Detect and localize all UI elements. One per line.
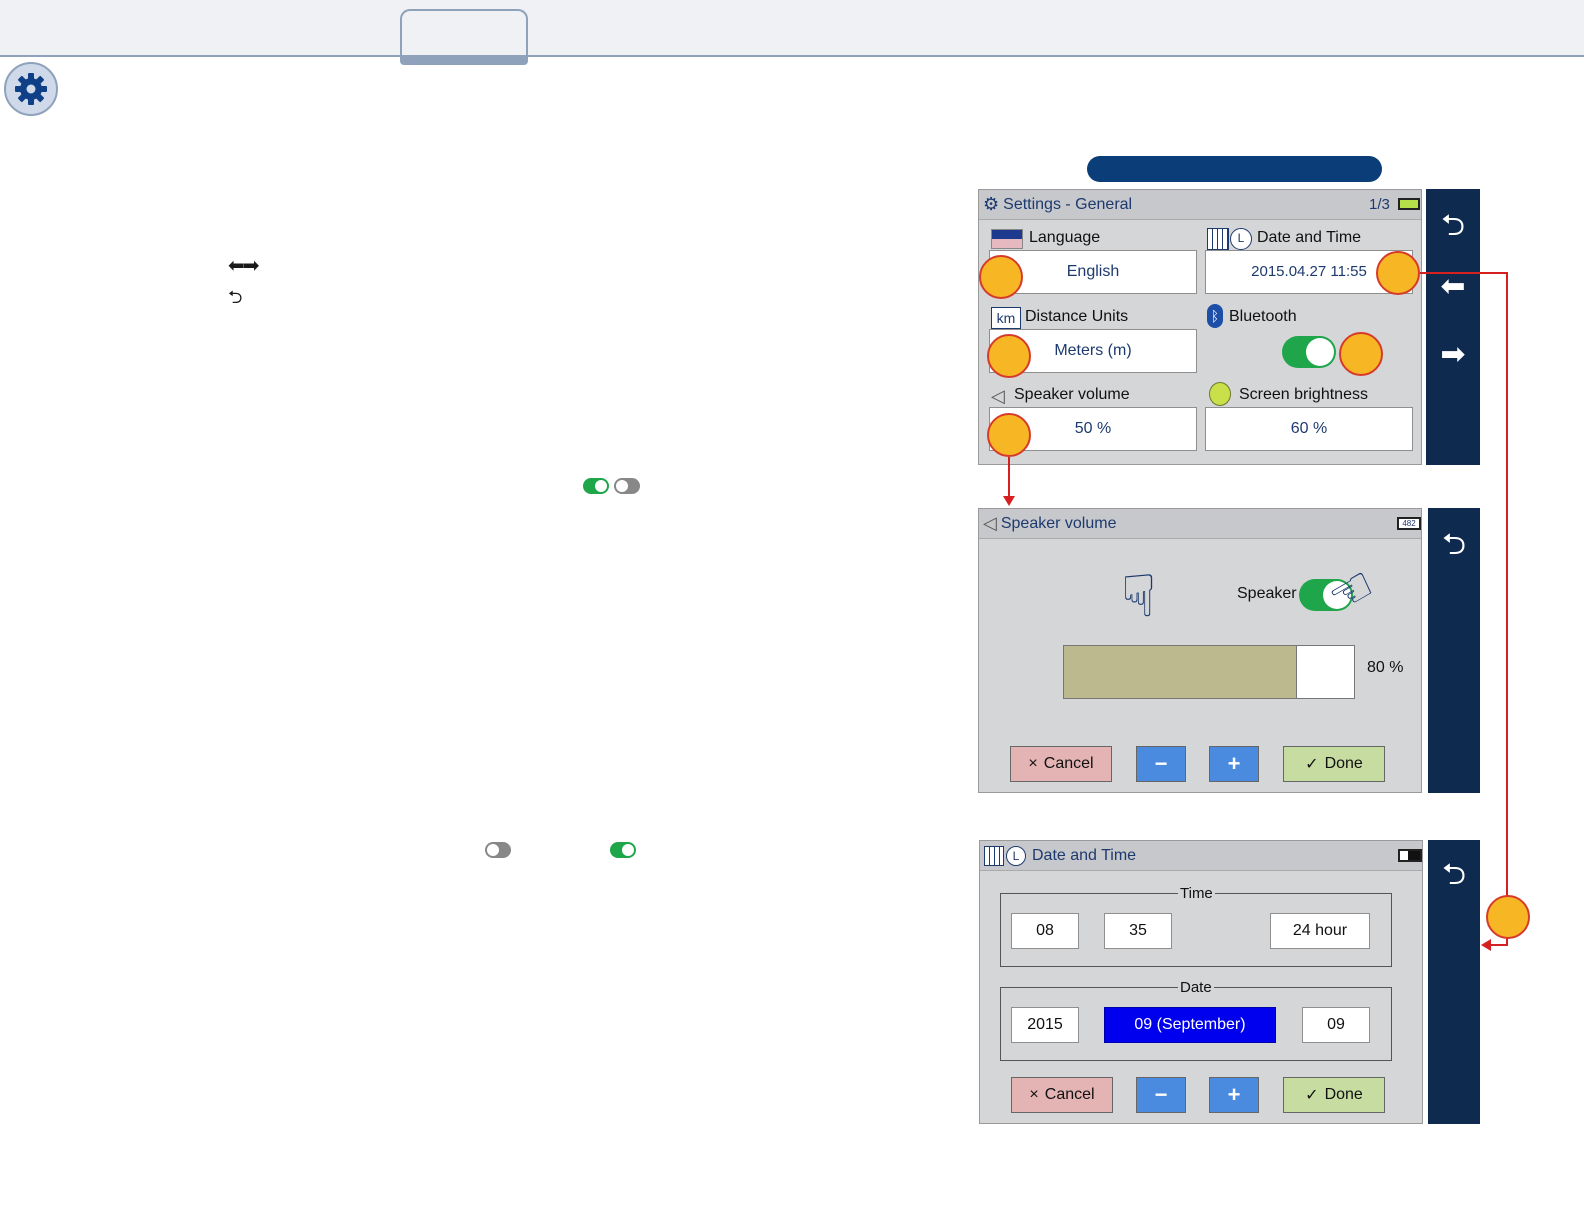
increase-button[interactable]: + xyxy=(1209,746,1259,782)
screen-brightness-field[interactable]: 60 % xyxy=(1205,407,1413,451)
day-field[interactable]: 09 xyxy=(1302,1007,1370,1043)
speaker-screen-title: Speaker volume xyxy=(1000,514,1117,532)
hour-field[interactable]: 08 xyxy=(1011,913,1079,949)
volume-percent: 80 % xyxy=(1367,659,1404,676)
callout-marker xyxy=(1486,895,1530,939)
battery-icon: 482 xyxy=(1397,517,1421,530)
flag-icon xyxy=(991,229,1023,249)
gear-icon: ⚙ xyxy=(983,194,1000,214)
toggle-off-icon xyxy=(485,842,511,858)
cancel-icon: × xyxy=(1028,755,1038,772)
callout-marker xyxy=(987,334,1031,378)
bluetooth-icon: ᛒ xyxy=(1207,304,1223,328)
cancel-label: Cancel xyxy=(1044,1086,1095,1103)
cancel-button[interactable]: × Cancel xyxy=(1010,746,1112,782)
pointing-hand-icon: ☟ xyxy=(1121,564,1157,629)
previous-page-icon[interactable]: ⬅ xyxy=(1426,269,1480,304)
screen-brightness-label: Screen brightness xyxy=(1239,386,1368,403)
cancel-icon: × xyxy=(1029,1086,1039,1103)
connector-arrowhead xyxy=(1481,939,1491,951)
back-icon[interactable]: ⮌ xyxy=(1426,203,1480,254)
settings-title: Settings - General xyxy=(1003,195,1133,213)
speaker-titlebar: ◁ Speaker volume 482 xyxy=(979,509,1421,539)
section-pill xyxy=(1087,156,1382,182)
time-legend: Time xyxy=(1178,885,1215,902)
decrease-button[interactable]: − xyxy=(1136,746,1186,782)
volume-bar-fill xyxy=(1064,646,1297,698)
callout-marker xyxy=(1376,251,1420,295)
year-field[interactable]: 2015 xyxy=(1011,1007,1079,1043)
callout-marker xyxy=(987,413,1031,457)
back-icon[interactable]: ⮌ xyxy=(1428,522,1480,573)
connector-arrowhead xyxy=(1003,496,1015,506)
month-field[interactable]: 09 (September) xyxy=(1104,1007,1276,1043)
tapping-hand-icon: ☜ xyxy=(1318,555,1385,627)
time-format-field[interactable]: 24 hour xyxy=(1270,913,1370,949)
page-indicator: 1/3 xyxy=(1369,196,1390,213)
done-button[interactable]: ✓ Done xyxy=(1283,1077,1385,1113)
clock-icon: L xyxy=(1006,845,1026,866)
back-icon[interactable]: ⮌ xyxy=(1428,852,1480,903)
left-right-arrows-icon: ⬅➡ xyxy=(228,255,259,277)
datetime-sidebar: ⮌ xyxy=(1428,840,1480,1124)
distance-units-label: Distance Units xyxy=(1025,308,1129,325)
settings-sidebar: ⮌ ⬅ ➡ xyxy=(1426,189,1480,465)
toggle-on-icon xyxy=(583,478,609,494)
datetime-label: Date and Time xyxy=(1257,229,1362,246)
done-button[interactable]: ✓ Done xyxy=(1283,746,1385,782)
calendar-icon xyxy=(984,845,1004,866)
top-header-bar xyxy=(0,0,1584,57)
next-page-icon[interactable]: ➡ xyxy=(1426,337,1480,372)
connector-line xyxy=(1008,457,1010,497)
connector-line xyxy=(1420,272,1508,274)
calendar-icon xyxy=(1207,228,1229,250)
settings-titlebar: ⚙ Settings - General 1/3 xyxy=(979,190,1421,220)
decrease-button[interactable]: − xyxy=(1136,1077,1186,1113)
datetime-titlebar: L Date and Time xyxy=(980,841,1422,871)
increase-button[interactable]: + xyxy=(1209,1077,1259,1113)
speaker-icon: ◁ xyxy=(991,386,1005,406)
battery-icon xyxy=(1398,849,1422,862)
settings-general-screen: ⚙ Settings - General 1/3 Language Englis… xyxy=(978,189,1422,465)
cancel-label: Cancel xyxy=(1043,755,1094,772)
toggle-on-icon xyxy=(610,842,636,858)
km-icon: km xyxy=(991,307,1021,329)
volume-bar[interactable] xyxy=(1063,645,1355,699)
language-label: Language xyxy=(1029,229,1101,246)
speaker-icon: ◁ xyxy=(983,513,997,533)
cancel-button[interactable]: × Cancel xyxy=(1011,1077,1113,1113)
checkmark-icon: ✓ xyxy=(1305,756,1319,773)
speaker-volume-screen: ◁ Speaker volume 482 ☟ Speaker ☜ 80 % × … xyxy=(978,508,1422,793)
done-label: Done xyxy=(1324,755,1363,772)
lightbulb-icon xyxy=(1209,382,1231,406)
datetime-screen-title: Date and Time xyxy=(1032,846,1137,864)
done-label: Done xyxy=(1324,1086,1363,1103)
checkmark-icon: ✓ xyxy=(1305,1087,1319,1104)
toggle-off-icon xyxy=(614,478,640,494)
battery-icon xyxy=(1398,198,1420,210)
callout-marker xyxy=(1339,332,1383,376)
speaker-sidebar: ⮌ xyxy=(1428,508,1480,793)
minute-field[interactable]: 35 xyxy=(1104,913,1172,949)
connector-line xyxy=(1490,944,1508,946)
date-legend: Date xyxy=(1178,979,1214,996)
toggle-knob xyxy=(1306,338,1334,366)
header-tab[interactable] xyxy=(400,9,528,55)
bluetooth-label: Bluetooth xyxy=(1229,308,1297,325)
bluetooth-toggle[interactable] xyxy=(1282,336,1336,368)
settings-gear-icon xyxy=(4,62,58,116)
speaker-volume-label: Speaker volume xyxy=(1014,386,1130,403)
clock-icon: L xyxy=(1230,228,1252,250)
callout-marker xyxy=(979,255,1023,299)
date-time-screen: L Date and Time Time 08 35 24 hour Date … xyxy=(979,840,1423,1124)
back-arrow-icon: ⮌ xyxy=(228,287,243,307)
connector-line xyxy=(1506,272,1508,946)
header-tab-underline xyxy=(400,55,528,65)
speaker-toggle-label: Speaker xyxy=(1237,585,1297,602)
